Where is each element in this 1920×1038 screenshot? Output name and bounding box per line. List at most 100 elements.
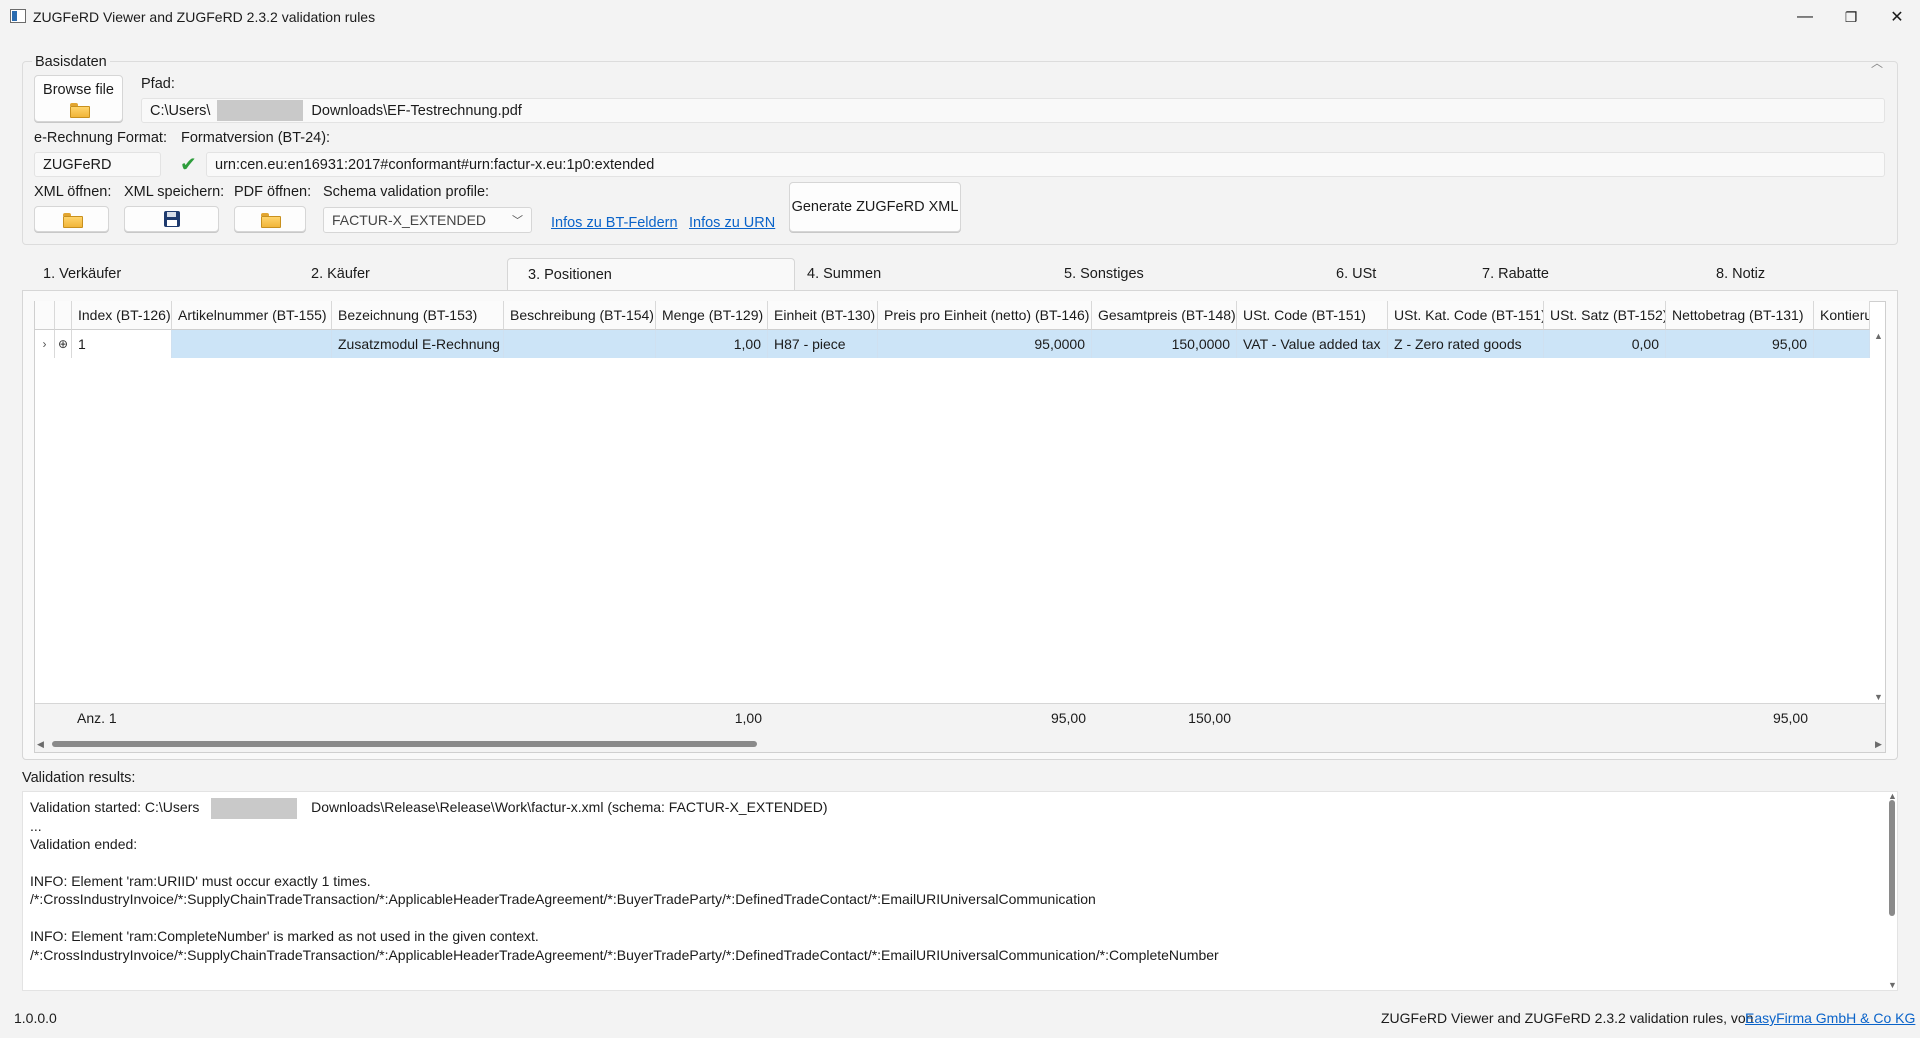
check-icon: ✔ <box>180 154 197 176</box>
validation-path-1: /*:CrossIndustryInvoice/*:SupplyChainTra… <box>30 891 1096 907</box>
validation-info-1: INFO: Element 'ram:URIID' must occur exa… <box>30 873 371 889</box>
pfad-suffix: Downloads\EF-Testrechnung.pdf <box>311 102 522 119</box>
horizontal-scroll-thumb[interactable] <box>52 741 757 747</box>
summary-gesamt: 150,00 <box>1188 710 1231 726</box>
xml-open-button[interactable] <box>34 206 109 232</box>
pfad-prefix: C:\Users\ <box>150 102 211 119</box>
cell-kontierung[interactable] <box>1814 330 1870 358</box>
cell-menge[interactable]: 1,00 <box>656 330 768 358</box>
validation-ellipsis: ... <box>30 818 42 834</box>
status-text: ZUGFeRD Viewer and ZUGFeRD 2.3.2 validat… <box>1381 1010 1754 1026</box>
pdf-open-label: PDF öffnen: <box>234 184 312 200</box>
scroll-down-arrow-icon[interactable]: ▼ <box>1874 692 1883 702</box>
validation-scroll-down-icon[interactable]: ▼ <box>1888 980 1897 990</box>
validation-scroll-thumb[interactable] <box>1889 800 1895 916</box>
col-header-kontierung[interactable]: Kontierung <box>1814 301 1870 330</box>
cell-einheit[interactable]: H87 - piece <box>768 330 878 358</box>
summary-count: Anz. 1 <box>77 710 117 726</box>
schema-profile-select[interactable]: FACTUR-X_EXTENDED ﹀ <box>323 207 532 233</box>
col-header-ust-satz[interactable]: USt. Satz (BT-152) <box>1544 301 1666 330</box>
cell-ust-satz[interactable]: 0,00 <box>1544 330 1666 358</box>
schema-label: Schema validation profile: <box>323 184 490 200</box>
col-header-gesamtpreis[interactable]: Gesamtpreis (BT-148) <box>1092 301 1237 330</box>
tab-positionen[interactable]: 3. Positionen <box>507 258 795 290</box>
tab-summen[interactable]: 4. Summen <box>787 258 1057 290</box>
bt-fields-info-link[interactable]: Infos zu BT-Feldern <box>551 215 678 231</box>
validation-ended-line: Validation ended: <box>30 836 138 852</box>
maximize-button[interactable]: ❐ <box>1828 0 1874 34</box>
col-header-artikelnummer[interactable]: Artikelnummer (BT-155) <box>172 301 332 330</box>
folder-open-icon <box>261 212 281 228</box>
easyfirma-link[interactable]: EasyFirma GmbH & Co KG <box>1745 1010 1915 1026</box>
folder-open-icon <box>62 212 83 228</box>
redacted-username <box>211 798 298 819</box>
format-field[interactable]: ZUGFeRD <box>34 152 161 177</box>
cell-nettobetrag[interactable]: 95,00 <box>1666 330 1814 358</box>
tab-verkaeufer[interactable]: 1. Verkäufer <box>23 258 293 290</box>
xml-save-button[interactable] <box>124 206 219 232</box>
generate-zugferd-xml-button[interactable]: Generate ZUGFeRD XML <box>789 182 961 232</box>
cell-ust-kat-code[interactable]: Z - Zero rated goods <box>1388 330 1544 358</box>
pdf-open-button[interactable] <box>234 206 306 232</box>
cell-index[interactable]: 1 <box>72 330 172 358</box>
row-detail-plus-icon[interactable]: ⊕ <box>55 330 72 358</box>
col-header-beschreibung[interactable]: Beschreibung (BT-154) <box>504 301 656 330</box>
col-header-index[interactable]: Index (BT-126) <box>72 301 172 330</box>
col-header-einheit[interactable]: Einheit (BT-130) <box>768 301 878 330</box>
tab-notiz[interactable]: 8. Notiz <box>1696 258 1896 290</box>
col-header-menge[interactable]: Menge (BT-129) <box>656 301 768 330</box>
pfad-label: Pfad: <box>141 76 175 92</box>
grid-header-expander <box>35 301 55 330</box>
formatversion-field[interactable]: urn:cen.eu:en16931:2017#conformant#urn:f… <box>206 152 1885 177</box>
cell-ust-code[interactable]: VAT - Value added tax <box>1237 330 1388 358</box>
cell-preis[interactable]: 95,0000 <box>878 330 1092 358</box>
summary-netto: 95,00 <box>1772 710 1808 726</box>
tab-rabatte[interactable]: 7. Rabatte <box>1462 258 1696 290</box>
grid-header-detail <box>55 301 72 330</box>
tab-kaeufer[interactable]: 2. Käufer <box>291 258 507 290</box>
cell-beschreibung[interactable] <box>504 330 656 358</box>
summary-preis: 95,00 <box>1050 710 1086 726</box>
scroll-up-arrow-icon[interactable]: ▲ <box>1874 331 1883 341</box>
browse-file-label: Browse file <box>43 81 114 98</box>
formatversion-label: Formatversion (BT-24): <box>181 130 331 146</box>
col-header-bezeichnung[interactable]: Bezeichnung (BT-153) <box>332 301 504 330</box>
validation-started-line: Validation started: C:\Users Downloads\R… <box>30 798 828 819</box>
cell-artikelnummer[interactable] <box>172 330 332 358</box>
xml-open-label: XML öffnen: <box>34 184 112 200</box>
app-icon <box>10 9 26 23</box>
chevron-down-icon: ﹀ <box>512 215 523 227</box>
redacted-username <box>217 100 304 121</box>
scroll-left-arrow-icon[interactable]: ◀ <box>37 739 44 750</box>
col-header-preis[interactable]: Preis pro Einheit (netto) (BT-146) <box>878 301 1092 330</box>
schema-profile-value: FACTUR-X_EXTENDED <box>332 212 487 228</box>
pfad-field[interactable]: C:\Users\ Downloads\EF-Testrechnung.pdf <box>141 98 1885 123</box>
chevron-up-icon[interactable]: ︿ <box>1871 54 1883 71</box>
close-button[interactable]: ✕ <box>1874 0 1920 34</box>
version-label: 1.0.0.0 <box>14 1010 57 1026</box>
validation-results-label: Validation results: <box>22 770 136 786</box>
col-header-ust-code[interactable]: USt. Code (BT-151) <box>1237 301 1388 330</box>
minimize-button[interactable]: — <box>1782 0 1828 34</box>
row-expand-chevron-icon[interactable]: › <box>35 330 55 358</box>
cell-gesamtpreis[interactable]: 150,0000 <box>1092 330 1237 358</box>
validation-path-2: /*:CrossIndustryInvoice/*:SupplyChainTra… <box>30 947 1219 963</box>
validation-started-prefix: Validation started: C:\Users <box>30 799 200 816</box>
col-header-nettobetrag[interactable]: Nettobetrag (BT-131) <box>1666 301 1814 330</box>
col-header-ust-kat-code[interactable]: USt. Kat. Code (BT-151) <box>1388 301 1544 330</box>
scroll-right-arrow-icon[interactable]: ▶ <box>1875 739 1882 750</box>
browse-file-button[interactable]: Browse file <box>34 75 123 122</box>
summary-menge: 1,00 <box>734 710 762 726</box>
validation-started-suffix: Downloads\Release\Release\Work\factur-x.… <box>311 799 828 816</box>
validation-info-2: INFO: Element 'ram:CompleteNumber' is ma… <box>30 928 539 944</box>
positions-grid <box>34 301 1886 753</box>
urn-info-link[interactable]: Infos zu URN <box>689 215 775 231</box>
save-icon <box>163 211 180 227</box>
cell-bezeichnung[interactable]: Zusatzmodul E-Rechnung <box>332 330 504 358</box>
folder-open-icon <box>69 102 90 118</box>
tab-sonstiges[interactable]: 5. Sonstiges <box>1044 258 1314 290</box>
tab-ust[interactable]: 6. USt <box>1316 258 1466 290</box>
window-title: ZUGFeRD Viewer and ZUGFeRD 2.3.2 validat… <box>33 9 376 25</box>
generate-zugferd-xml-label: Generate ZUGFeRD XML <box>791 199 959 215</box>
basisdaten-legend: Basisdaten <box>32 54 110 70</box>
